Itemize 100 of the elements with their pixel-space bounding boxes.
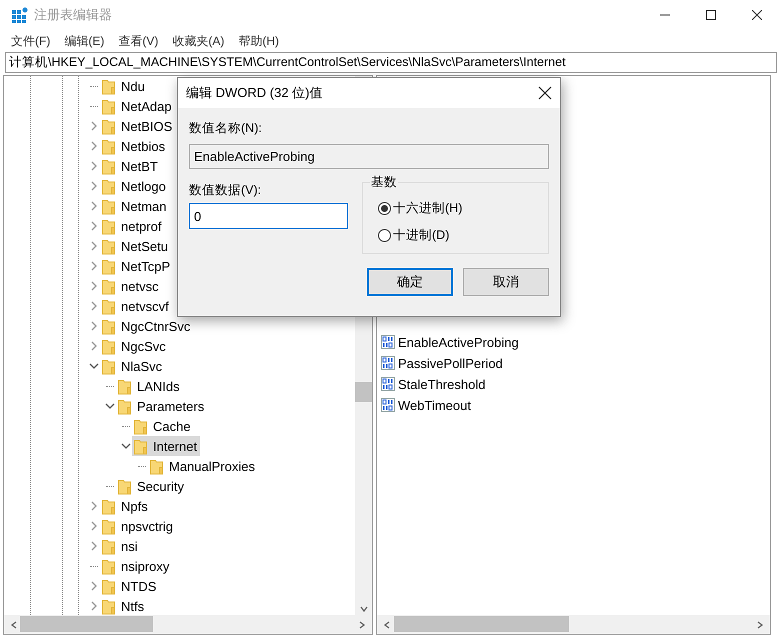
scrollbar-thumb[interactable] [20,616,153,632]
menu-item[interactable]: 编辑(E) [57,32,112,50]
value-name[interactable]: WebTimeout [398,398,471,413]
tree-item-label[interactable]: NgcCtnrSvc [121,318,190,334]
tree-item[interactable]: NetSetu [100,236,171,256]
tree-item-label[interactable]: Ntfs [121,598,144,614]
folder-icon [102,78,115,94]
tree-item-label[interactable]: ManualProxies [169,458,255,474]
folder-icon [102,158,115,174]
address-bar[interactable]: 计算机\HKEY_LOCAL_MACHINE\SYSTEM\CurrentControlSet\Services\NlaSvc\Parameters\Internet [5,52,777,73]
horizontal-scrollbar[interactable] [377,615,770,634]
name-field[interactable]: EnableActiveProbing [189,144,549,169]
tree-item[interactable]: Netbios [100,136,168,156]
tree-item[interactable]: npsvctrig [100,516,176,536]
tree-item-label[interactable]: Security [137,478,184,494]
tree-item[interactable]: ManualProxies [148,456,258,476]
tree-item[interactable]: NetBIOS [100,116,176,136]
tree-item[interactable]: Cache [132,416,194,436]
ok-button[interactable]: 确定 [367,268,453,296]
tree-item-label[interactable]: LANIds [137,378,180,394]
scroll-right-icon[interactable] [358,620,366,628]
tree-item[interactable]: NgcCtnrSvc [100,316,194,336]
scrollbar-thumb[interactable] [355,382,372,402]
tree-item-label[interactable]: Npfs [121,498,148,514]
value-item[interactable]: WebTimeout [381,395,770,416]
value-name[interactable]: StaleThreshold [398,377,486,392]
tree-item-label[interactable]: npsvctrig [121,518,174,534]
scroll-left-icon[interactable] [383,620,391,628]
scroll-down-icon[interactable] [360,605,368,613]
radio-button[interactable] [378,228,391,242]
folder-icon [102,238,115,254]
tree-item[interactable]: NetAdap [100,96,175,116]
tree-item[interactable]: nsiproxy [100,556,172,576]
tree-item[interactable]: NTDS [100,576,160,596]
tree-item-label[interactable]: Netbios [121,138,166,154]
tree-item-label[interactable]: NTDS [121,578,156,594]
window-title: 注册表编辑器 [34,6,112,24]
folder-icon [118,398,131,414]
tree-item-label[interactable]: Cache [153,418,191,434]
tree-item[interactable]: Parameters [116,396,208,416]
tree-item-label[interactable]: NetSetu [121,238,168,254]
value-name[interactable]: EnableActiveProbing [398,335,519,350]
maximize-icon [706,10,716,20]
tree-item[interactable]: netvscvf [100,296,172,316]
folder-icon [102,98,115,114]
value-item[interactable]: EnableActiveProbing [381,332,770,353]
folder-icon [102,218,115,234]
tree-item[interactable]: NlaSvc [100,356,166,376]
tree-item[interactable]: Internet [132,436,200,456]
tree-item-label[interactable]: NetBIOS [121,118,172,134]
tree-item[interactable]: Npfs [100,496,151,516]
tree-item[interactable]: NgcSvc [100,336,169,356]
scrollbar-thumb[interactable] [394,616,569,632]
tree-item[interactable]: netvsc [100,276,162,296]
data-field[interactable]: 0 [189,203,348,229]
tree-item-label[interactable]: netvscvf [121,298,169,314]
tree-item-label[interactable]: NgcSvc [121,338,166,354]
tree-item[interactable]: Netlogo [100,176,169,196]
tree-item-label[interactable]: Ndu [121,78,145,94]
tree-item-label[interactable]: NetAdap [121,98,172,114]
binary-value-icon [381,377,396,392]
folder-icon [134,418,147,434]
close-icon [752,10,762,20]
tree-item-label[interactable]: nsiproxy [121,558,170,574]
tree-item[interactable]: LANIds [116,376,183,396]
tree-item[interactable]: Netman [100,196,170,216]
radio-label[interactable]: 十进制(D) [393,226,450,244]
menu-item[interactable]: 收藏夹(A) [165,32,232,50]
cancel-button[interactable]: 取消 [463,268,549,296]
tree-item-label[interactable]: netprof [121,218,162,234]
tree-item[interactable]: netprof [100,216,164,236]
menu-item[interactable]: 查看(V) [111,32,166,50]
tree-item[interactable]: Security [116,476,187,496]
folder-icon [102,538,115,554]
tree-item-label[interactable]: Netlogo [121,178,166,194]
tree-item[interactable]: Ntfs [100,596,148,615]
scroll-left-icon[interactable] [10,620,18,628]
value-item[interactable]: StaleThreshold [381,374,770,395]
tree-item[interactable]: NetBT [100,156,161,176]
tree-item-label[interactable]: netvsc [121,278,159,294]
tree-item-label[interactable]: NetTcpP [121,258,170,274]
close-icon[interactable] [538,86,552,100]
scroll-right-icon[interactable] [756,620,764,628]
menu-item[interactable]: 帮助(H) [231,32,286,50]
folder-icon [102,118,115,134]
tree-item-label[interactable]: Parameters [137,398,204,414]
tree-item-label[interactable]: Internet [153,438,198,454]
menu-item[interactable]: 文件(F) [4,32,58,50]
radio-label[interactable]: 十六进制(H) [393,200,462,216]
tree-item[interactable]: Ndu [100,76,148,96]
value-name[interactable]: PassivePollPeriod [398,356,503,371]
tree-item-label[interactable]: NlaSvc [121,358,162,374]
tree-item[interactable]: NetTcpP [100,256,174,276]
tree-item-label[interactable]: Netman [121,198,167,214]
value-item[interactable]: PassivePollPeriod [381,353,770,374]
tree-item-label[interactable]: NetBT [121,158,158,174]
tree-item-label[interactable]: nsi [121,538,138,554]
tree-item[interactable]: nsi [100,536,141,556]
horizontal-scrollbar[interactable] [4,615,372,634]
radio-button[interactable] [378,202,391,214]
